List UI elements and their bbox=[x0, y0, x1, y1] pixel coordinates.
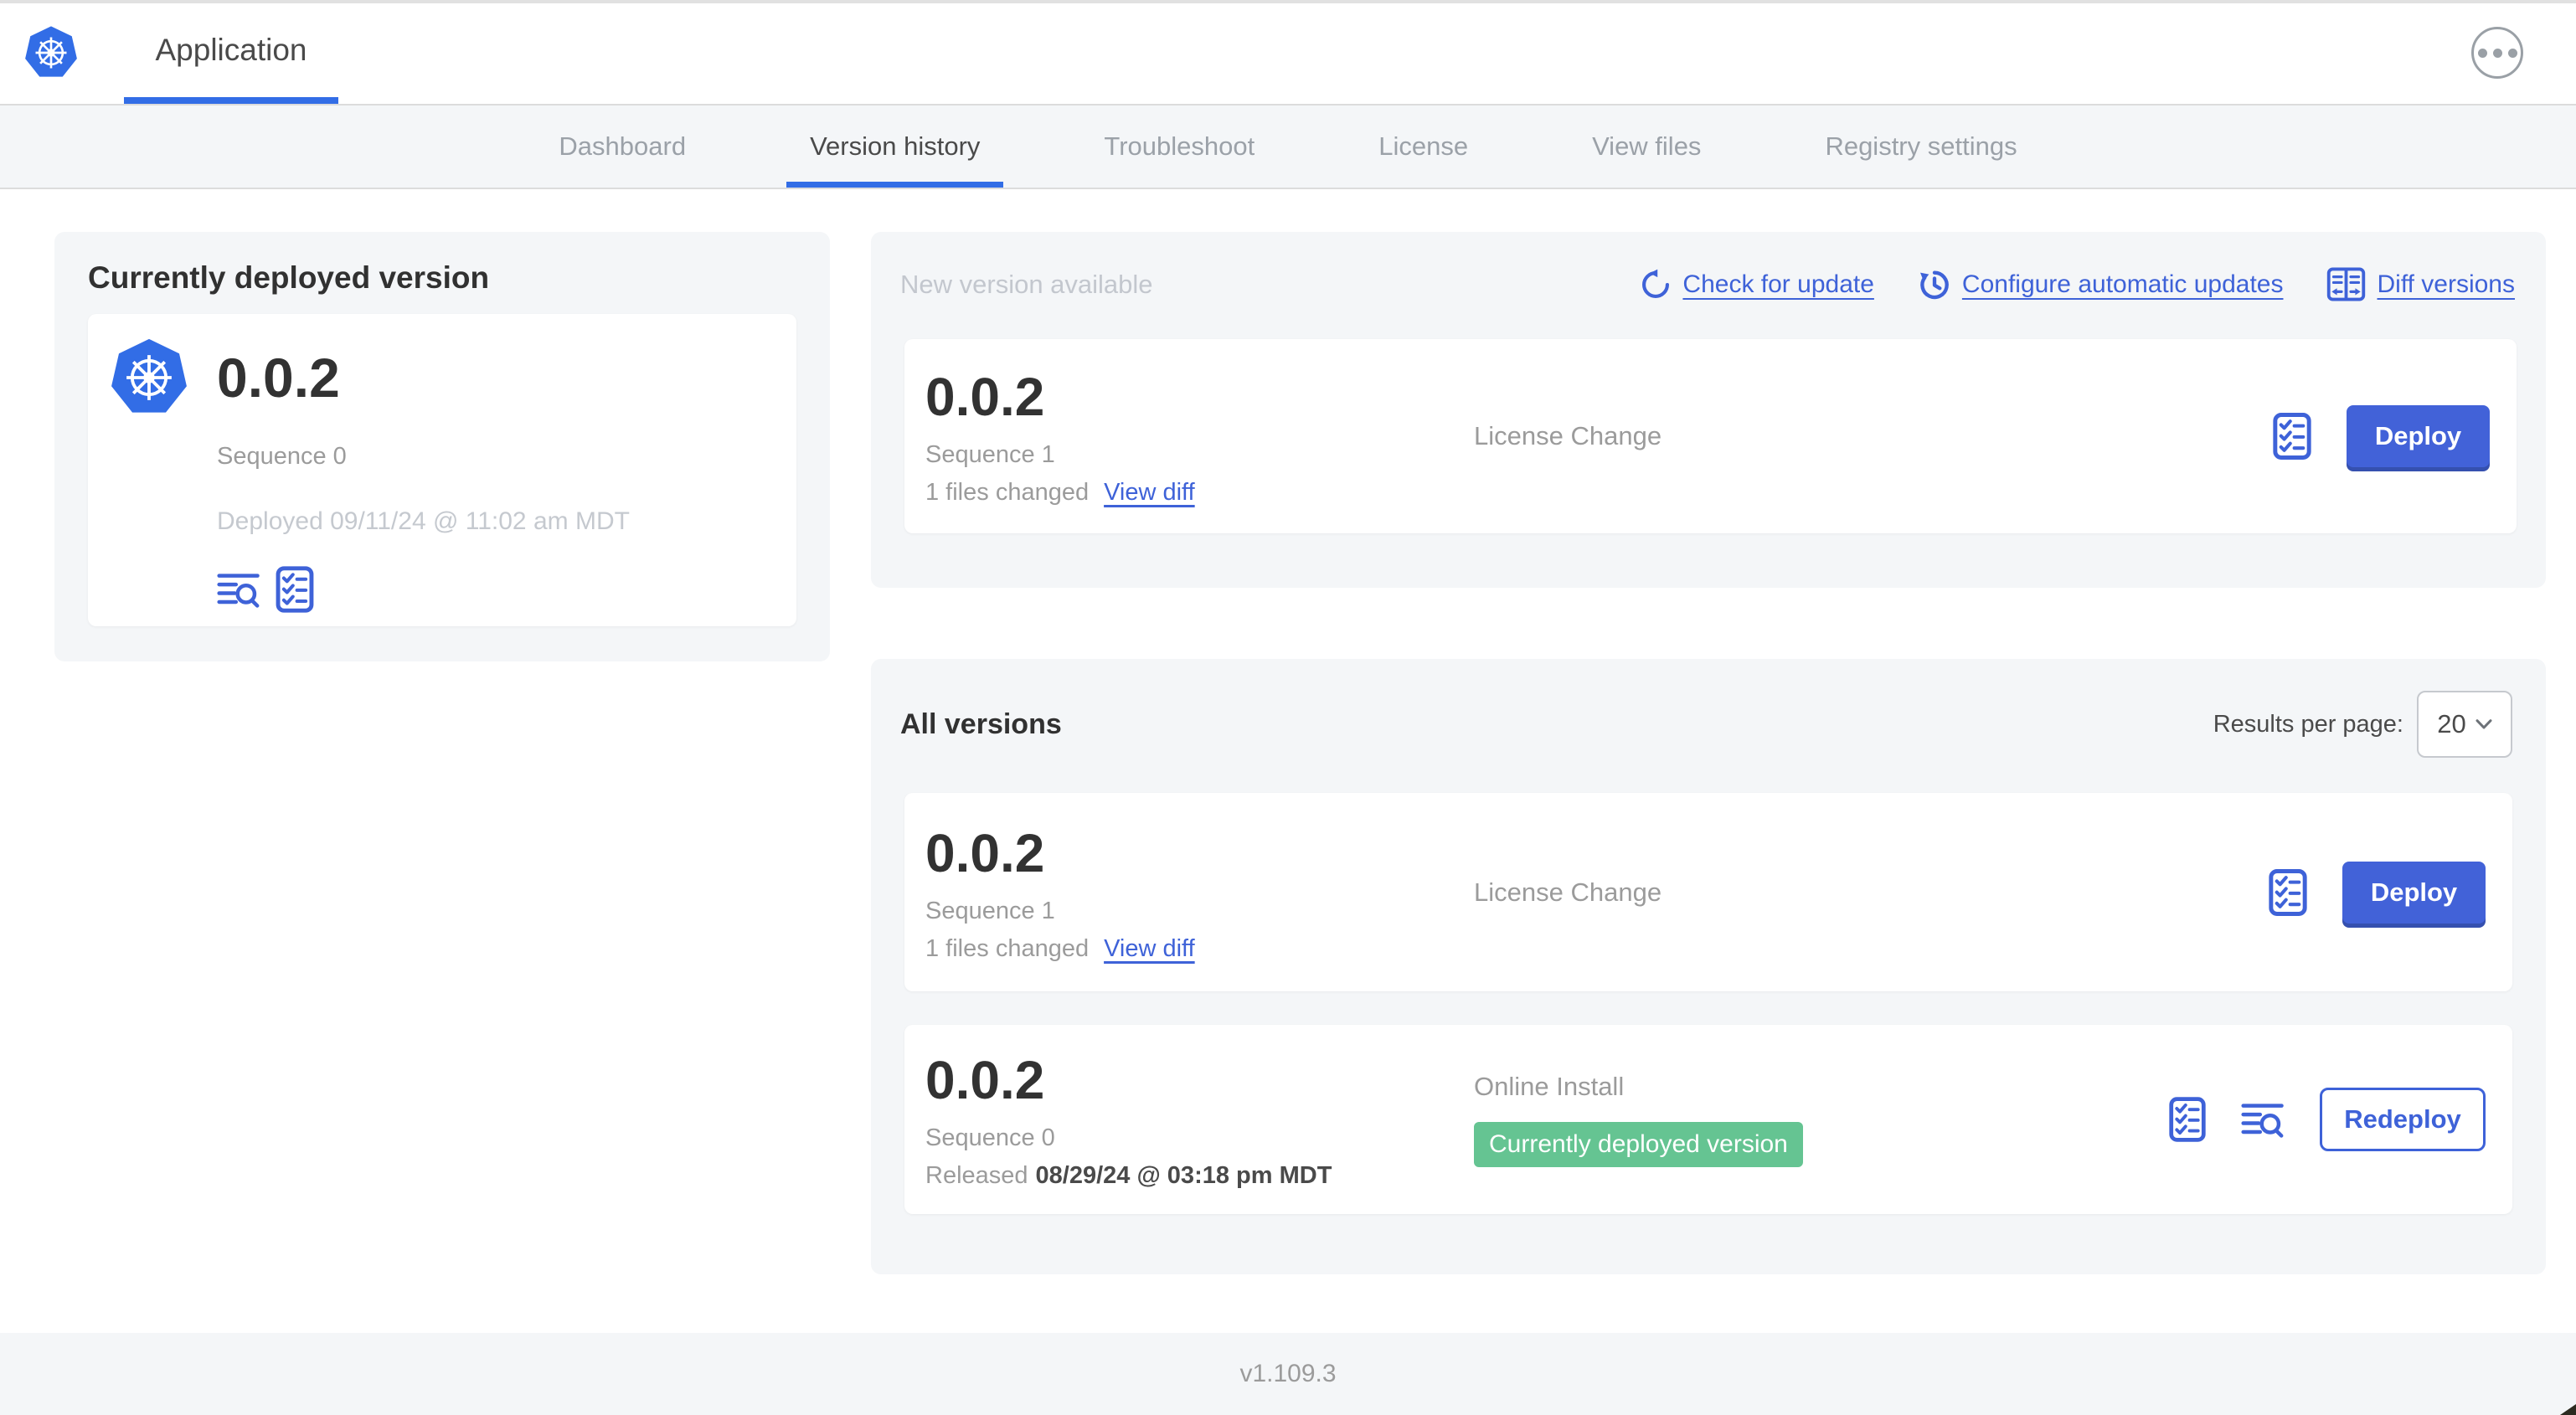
deployed-sequence: Sequence 0 bbox=[217, 443, 347, 470]
ellipsis-icon bbox=[2492, 48, 2502, 58]
top-bar: Application bbox=[0, 3, 2576, 105]
all-versions-panel: All versions Results per page: 20 0.0.2 … bbox=[871, 659, 2546, 1274]
currently-deployed-title: Currently deployed version bbox=[88, 260, 490, 295]
new-version-title: New version available bbox=[900, 269, 1153, 299]
version-number: 0.0.2 bbox=[925, 1050, 1045, 1110]
version-source: License Change bbox=[1474, 877, 1662, 907]
version-sequence: Sequence 1 bbox=[925, 441, 1055, 468]
window-top-edge bbox=[0, 0, 2576, 3]
tab-registry-settings[interactable]: Registry settings bbox=[1801, 105, 2040, 188]
diff-versions-label: Diff versions bbox=[2377, 270, 2515, 298]
tab-application[interactable]: Application bbox=[124, 3, 338, 104]
ellipsis-icon bbox=[2507, 48, 2517, 58]
preflight-checks-icon[interactable] bbox=[2169, 1096, 2206, 1143]
view-logs-icon[interactable] bbox=[2241, 1101, 2285, 1139]
footer: v1.109.3 bbox=[0, 1333, 2576, 1415]
currently-deployed-panel: Currently deployed version 0.0.2 Sequenc… bbox=[54, 232, 830, 661]
currently-deployed-badge: Currently deployed version bbox=[1474, 1122, 1803, 1167]
version-sequence: Sequence 0 bbox=[925, 1124, 1055, 1151]
version-number: 0.0.2 bbox=[925, 367, 1045, 427]
diff-columns-icon bbox=[2326, 267, 2366, 301]
all-versions-title: All versions bbox=[900, 708, 1062, 740]
kubernetes-logo-icon bbox=[23, 25, 79, 80]
version-sequence: Sequence 1 bbox=[925, 897, 1055, 924]
deployed-version-number: 0.0.2 bbox=[217, 347, 340, 409]
more-options-button[interactable] bbox=[2471, 27, 2523, 79]
diff-versions-link[interactable]: Diff versions bbox=[2326, 267, 2515, 301]
results-per-page-value: 20 bbox=[2437, 709, 2466, 738]
tab-dashboard[interactable]: Dashboard bbox=[535, 105, 709, 188]
files-changed-label: 1 files changed bbox=[925, 479, 1090, 506]
version-row: 0.0.2 Sequence 0 Released 08/29/24 @ 03:1… bbox=[904, 1025, 2512, 1214]
released-label: Released bbox=[925, 1162, 1028, 1189]
redeploy-button[interactable]: Redeploy bbox=[2320, 1088, 2486, 1151]
version-source: License Change bbox=[1474, 421, 1662, 450]
files-changed-label: 1 files changed bbox=[925, 934, 1090, 962]
tab-view-files[interactable]: View files bbox=[1569, 105, 1724, 188]
tab-version-history[interactable]: Version history bbox=[786, 105, 1004, 188]
console-version: v1.109.3 bbox=[1239, 1360, 1337, 1387]
view-diff-link[interactable]: View diff bbox=[1104, 935, 1195, 963]
deploy-button[interactable]: Deploy bbox=[2347, 405, 2490, 467]
configure-automatic-updates-link[interactable]: Configure automatic updates bbox=[1918, 268, 2284, 301]
tab-troubleshoot[interactable]: Troubleshoot bbox=[1080, 105, 1278, 188]
view-logs-icon[interactable] bbox=[217, 571, 260, 609]
app-subnav: Dashboard Version history Troubleshoot L… bbox=[0, 105, 2576, 189]
chevron-down-icon bbox=[2476, 718, 2492, 730]
released-date: 08/29/24 @ 03:18 pm MDT bbox=[1035, 1162, 1332, 1189]
preflight-checks-icon[interactable] bbox=[2269, 868, 2307, 917]
deployed-version-card: 0.0.2 Sequence 0 Deployed 09/11/24 @ 11:… bbox=[88, 314, 796, 626]
clock-refresh-icon bbox=[1918, 268, 1951, 301]
deploy-button[interactable]: Deploy bbox=[2342, 861, 2486, 924]
new-version-panel: New version available Check for update C… bbox=[871, 232, 2546, 588]
results-per-page-label: Results per page: bbox=[2213, 710, 2403, 738]
configure-automatic-updates-label: Configure automatic updates bbox=[1961, 270, 2284, 298]
check-for-update-link[interactable]: Check for update bbox=[1640, 269, 1874, 301]
refresh-icon bbox=[1640, 269, 1672, 301]
view-diff-link[interactable]: View diff bbox=[1104, 479, 1195, 507]
preflight-checks-icon[interactable] bbox=[2273, 412, 2311, 461]
tab-license[interactable]: License bbox=[1355, 105, 1492, 188]
version-source: Online Install bbox=[1474, 1072, 1625, 1101]
new-version-card: 0.0.2 Sequence 1 1 files changed View di… bbox=[904, 339, 2517, 533]
version-number: 0.0.2 bbox=[925, 822, 1045, 883]
main-content: Currently deployed version 0.0.2 Sequenc… bbox=[0, 189, 2576, 1333]
kubernetes-app-icon bbox=[109, 337, 189, 418]
version-row: 0.0.2 Sequence 1 1 files changed View di… bbox=[904, 793, 2512, 991]
results-per-page-select[interactable]: 20 bbox=[2417, 691, 2512, 758]
ellipsis-icon bbox=[2477, 48, 2487, 58]
deployed-timestamp: Deployed 09/11/24 @ 11:02 am MDT bbox=[217, 507, 630, 535]
app-title: Application bbox=[155, 33, 307, 67]
check-for-update-label: Check for update bbox=[1682, 270, 1874, 298]
preflight-checks-icon[interactable] bbox=[276, 566, 314, 613]
cursor-artifact bbox=[2560, 1404, 2576, 1415]
